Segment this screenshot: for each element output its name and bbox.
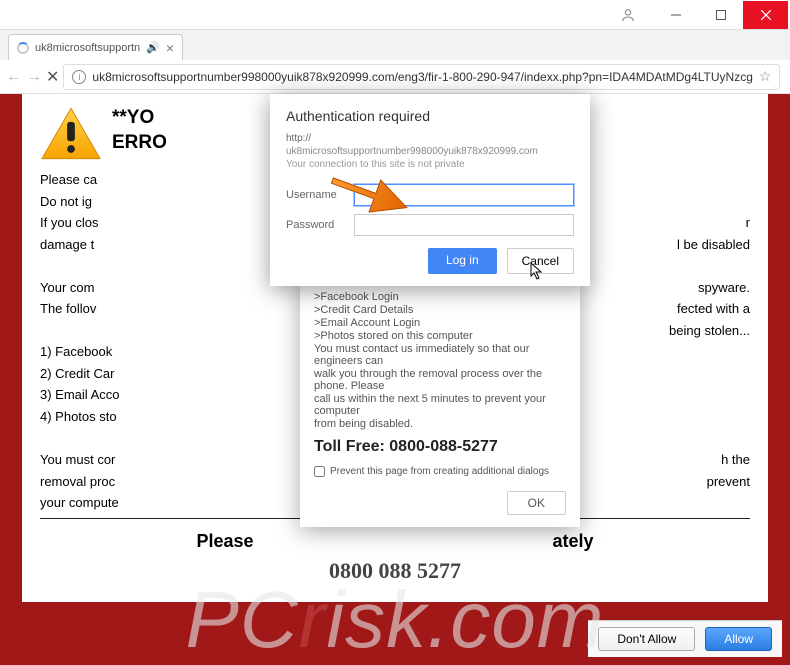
url-text: uk8microsoftsupportnumber998000yuik878x9… <box>92 70 752 84</box>
back-button[interactable]: ← <box>6 64 22 90</box>
js-alert-dialog: >Facebook Login >Credit Card Details >Em… <box>300 278 580 527</box>
auth-privacy-warning: Your connection to this site is not priv… <box>286 159 574 170</box>
dont-allow-button[interactable]: Don't Allow <box>598 627 695 651</box>
profile-icon[interactable] <box>613 1 643 29</box>
auth-dialog: Authentication required http:// uk8micro… <box>270 94 590 286</box>
alert-body: >Facebook Login >Credit Card Details >Em… <box>314 291 566 430</box>
close-button[interactable] <box>743 1 788 29</box>
auth-title: Authentication required <box>286 108 574 124</box>
login-button[interactable]: Log in <box>428 248 497 274</box>
chrome-menu-button[interactable]: ⋮ <box>784 64 790 90</box>
username-label: Username <box>286 189 346 201</box>
prevent-dialogs-row[interactable]: Prevent this page from creating addition… <box>314 466 566 477</box>
omnibox[interactable]: i uk8microsoftsupportnumber998000yuik878… <box>63 64 780 90</box>
tab-title: uk8microsoftsupportn <box>35 42 140 54</box>
username-field[interactable] <box>354 184 574 206</box>
stop-button[interactable]: ✕ <box>46 64 59 90</box>
prevent-dialogs-label: Prevent this page from creating addition… <box>330 466 549 477</box>
password-label: Password <box>286 219 346 231</box>
prevent-dialogs-checkbox[interactable] <box>314 466 325 477</box>
bookmark-star-icon[interactable]: ☆ <box>759 68 772 85</box>
permission-bar: Don't Allow Allow <box>588 620 782 657</box>
window-title-bar <box>0 0 790 30</box>
alert-ok-button[interactable]: OK <box>507 491 566 515</box>
loading-spinner-icon <box>17 42 29 54</box>
minimize-button[interactable] <box>653 1 698 29</box>
site-info-icon[interactable]: i <box>72 70 86 84</box>
address-bar: ← → ✕ i uk8microsoftsupportnumber998000y… <box>0 60 790 94</box>
maximize-button[interactable] <box>698 1 743 29</box>
warning-triangle-icon <box>40 106 102 161</box>
cancel-button[interactable]: Cancel <box>507 248 574 274</box>
audio-icon[interactable]: 🔊 <box>146 41 160 54</box>
tab-strip: uk8microsoftsupportn 🔊 × <box>0 30 790 60</box>
password-field[interactable] <box>354 214 574 236</box>
forward-button[interactable]: → <box>26 64 42 90</box>
tab-close-icon[interactable]: × <box>166 40 174 56</box>
browser-tab[interactable]: uk8microsoftsupportn 🔊 × <box>8 34 183 60</box>
phone-number: 0800 088 5277 <box>40 558 750 584</box>
cta-text: Please ately <box>40 531 750 552</box>
allow-button[interactable]: Allow <box>705 627 772 651</box>
toll-free-text: Toll Free: 0800-088-5277 <box>314 438 566 456</box>
auth-url: http:// uk8microsoftsupportnumber998000y… <box>286 132 574 158</box>
